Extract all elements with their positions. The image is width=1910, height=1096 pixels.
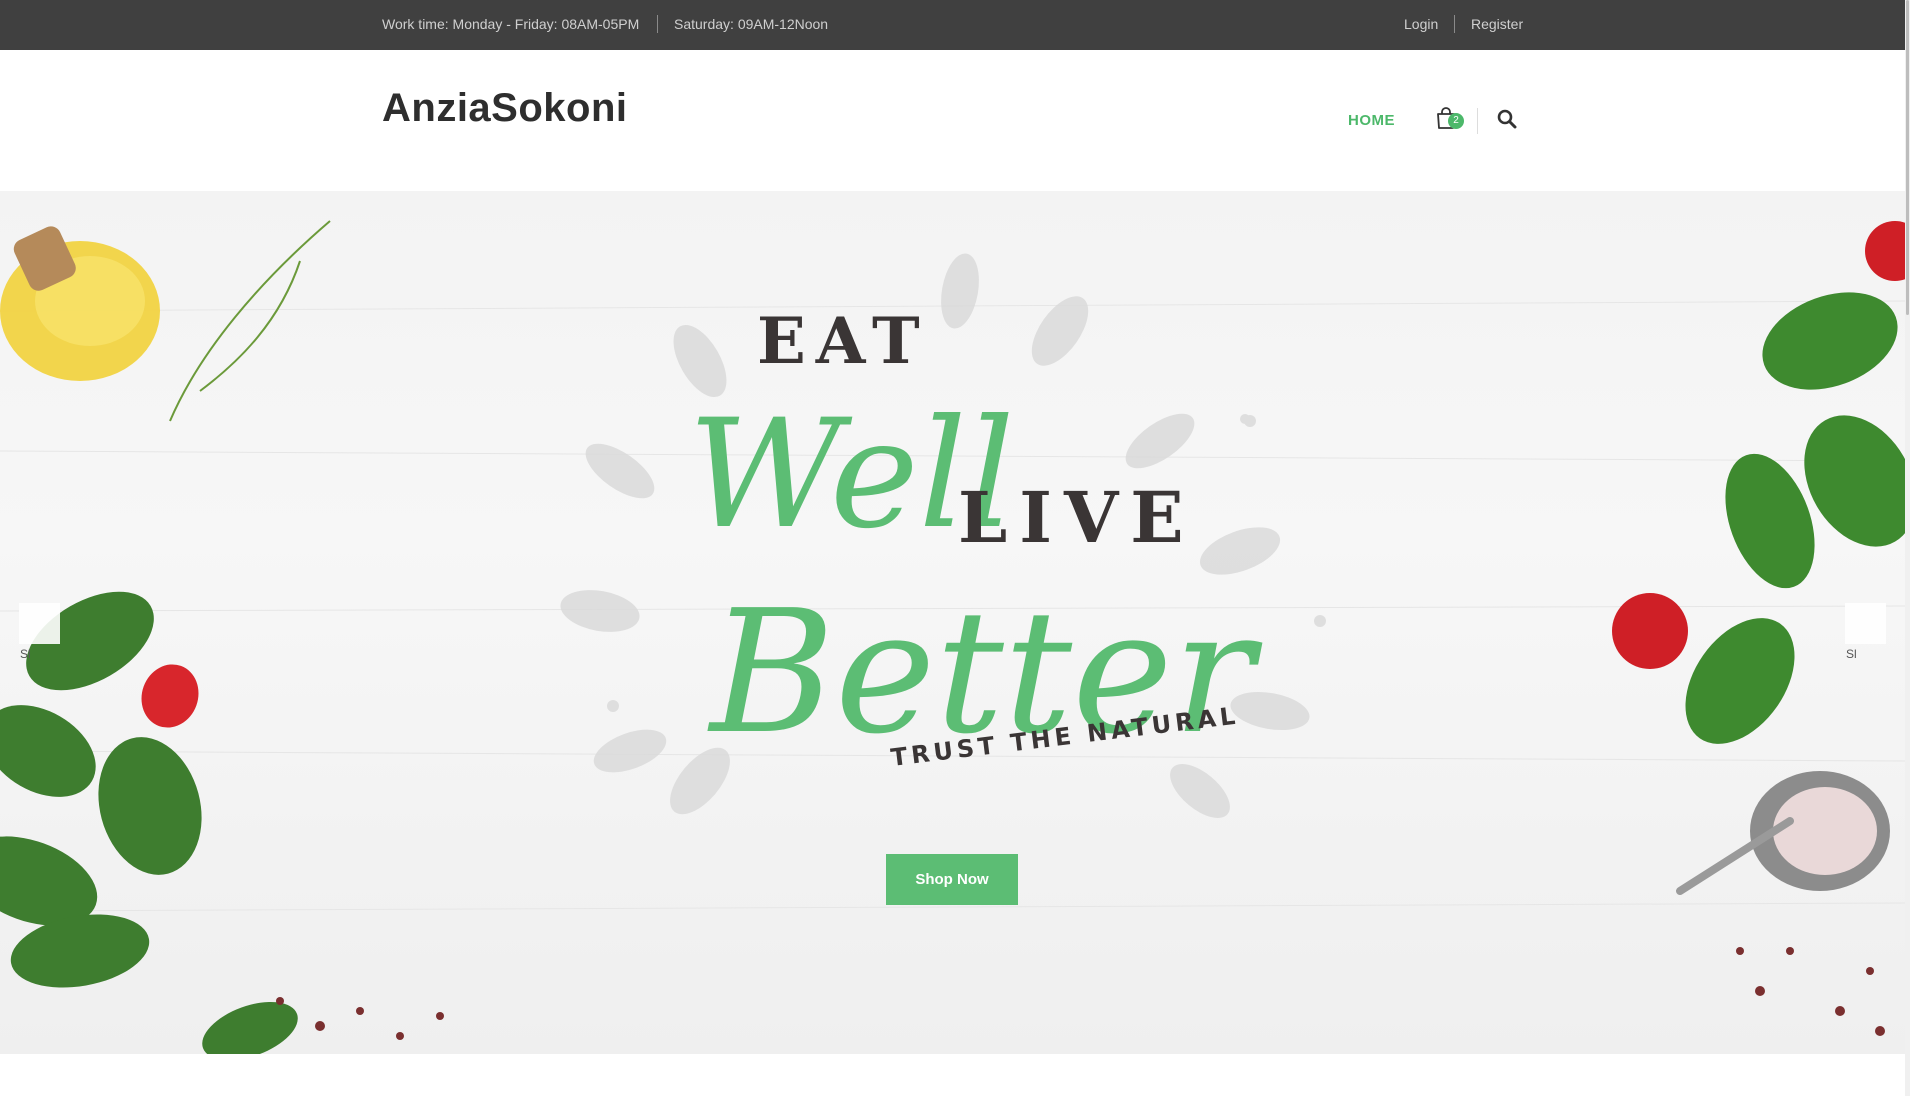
search-button[interactable]: [1496, 108, 1520, 132]
cart-count-badge: 2: [1448, 113, 1464, 129]
hero-text-live: LIVE: [958, 476, 1196, 559]
header-divider: [1477, 108, 1478, 134]
site-logo[interactable]: AnziaSokoni: [382, 86, 628, 131]
top-bar: Work time: Monday - Friday: 08AM-05PM Sa…: [0, 0, 1905, 50]
work-time-text: Work time: Monday - Friday: 08AM-05PM: [382, 16, 640, 32]
peppercorns-scattered: [276, 947, 1885, 1040]
tomato-left: [141, 664, 199, 728]
top-bar-divider: [657, 15, 658, 33]
site-header: AnziaSokoni HOME 2: [0, 50, 1905, 191]
slider-next-button[interactable]: [1845, 603, 1886, 644]
spinach-leaves-right: [1685, 292, 1905, 744]
hero-slider: EAT Well LIVE Better TRUST THE NATURAL S…: [0, 191, 1905, 1054]
login-link[interactable]: Login: [1404, 16, 1438, 32]
peppercorn-bowl: [1676, 771, 1890, 895]
page: Work time: Monday - Friday: 08AM-05PM Sa…: [0, 0, 1910, 1096]
nav-home-link[interactable]: HOME: [1348, 112, 1395, 129]
thyme-sprigs: [169, 220, 331, 422]
hero-text-eat: EAT: [757, 304, 930, 379]
slider-prev-label: Sl: [20, 647, 31, 661]
shop-now-button[interactable]: Shop Now: [886, 854, 1018, 905]
saturday-hours-text: Saturday: 09AM-12Noon: [674, 16, 829, 32]
register-link[interactable]: Register: [1471, 16, 1523, 32]
slider-next-label: Sl: [1846, 647, 1857, 661]
olive-oil-bottle: [0, 226, 160, 381]
top-bar-divider: [1454, 15, 1455, 33]
slider-prev-button[interactable]: [19, 603, 60, 644]
hero-illustration: EAT Well LIVE Better TRUST THE NATURAL: [0, 220, 1905, 1054]
scrollbar-thumb[interactable]: [1906, 0, 1909, 315]
search-icon: [1497, 109, 1517, 129]
